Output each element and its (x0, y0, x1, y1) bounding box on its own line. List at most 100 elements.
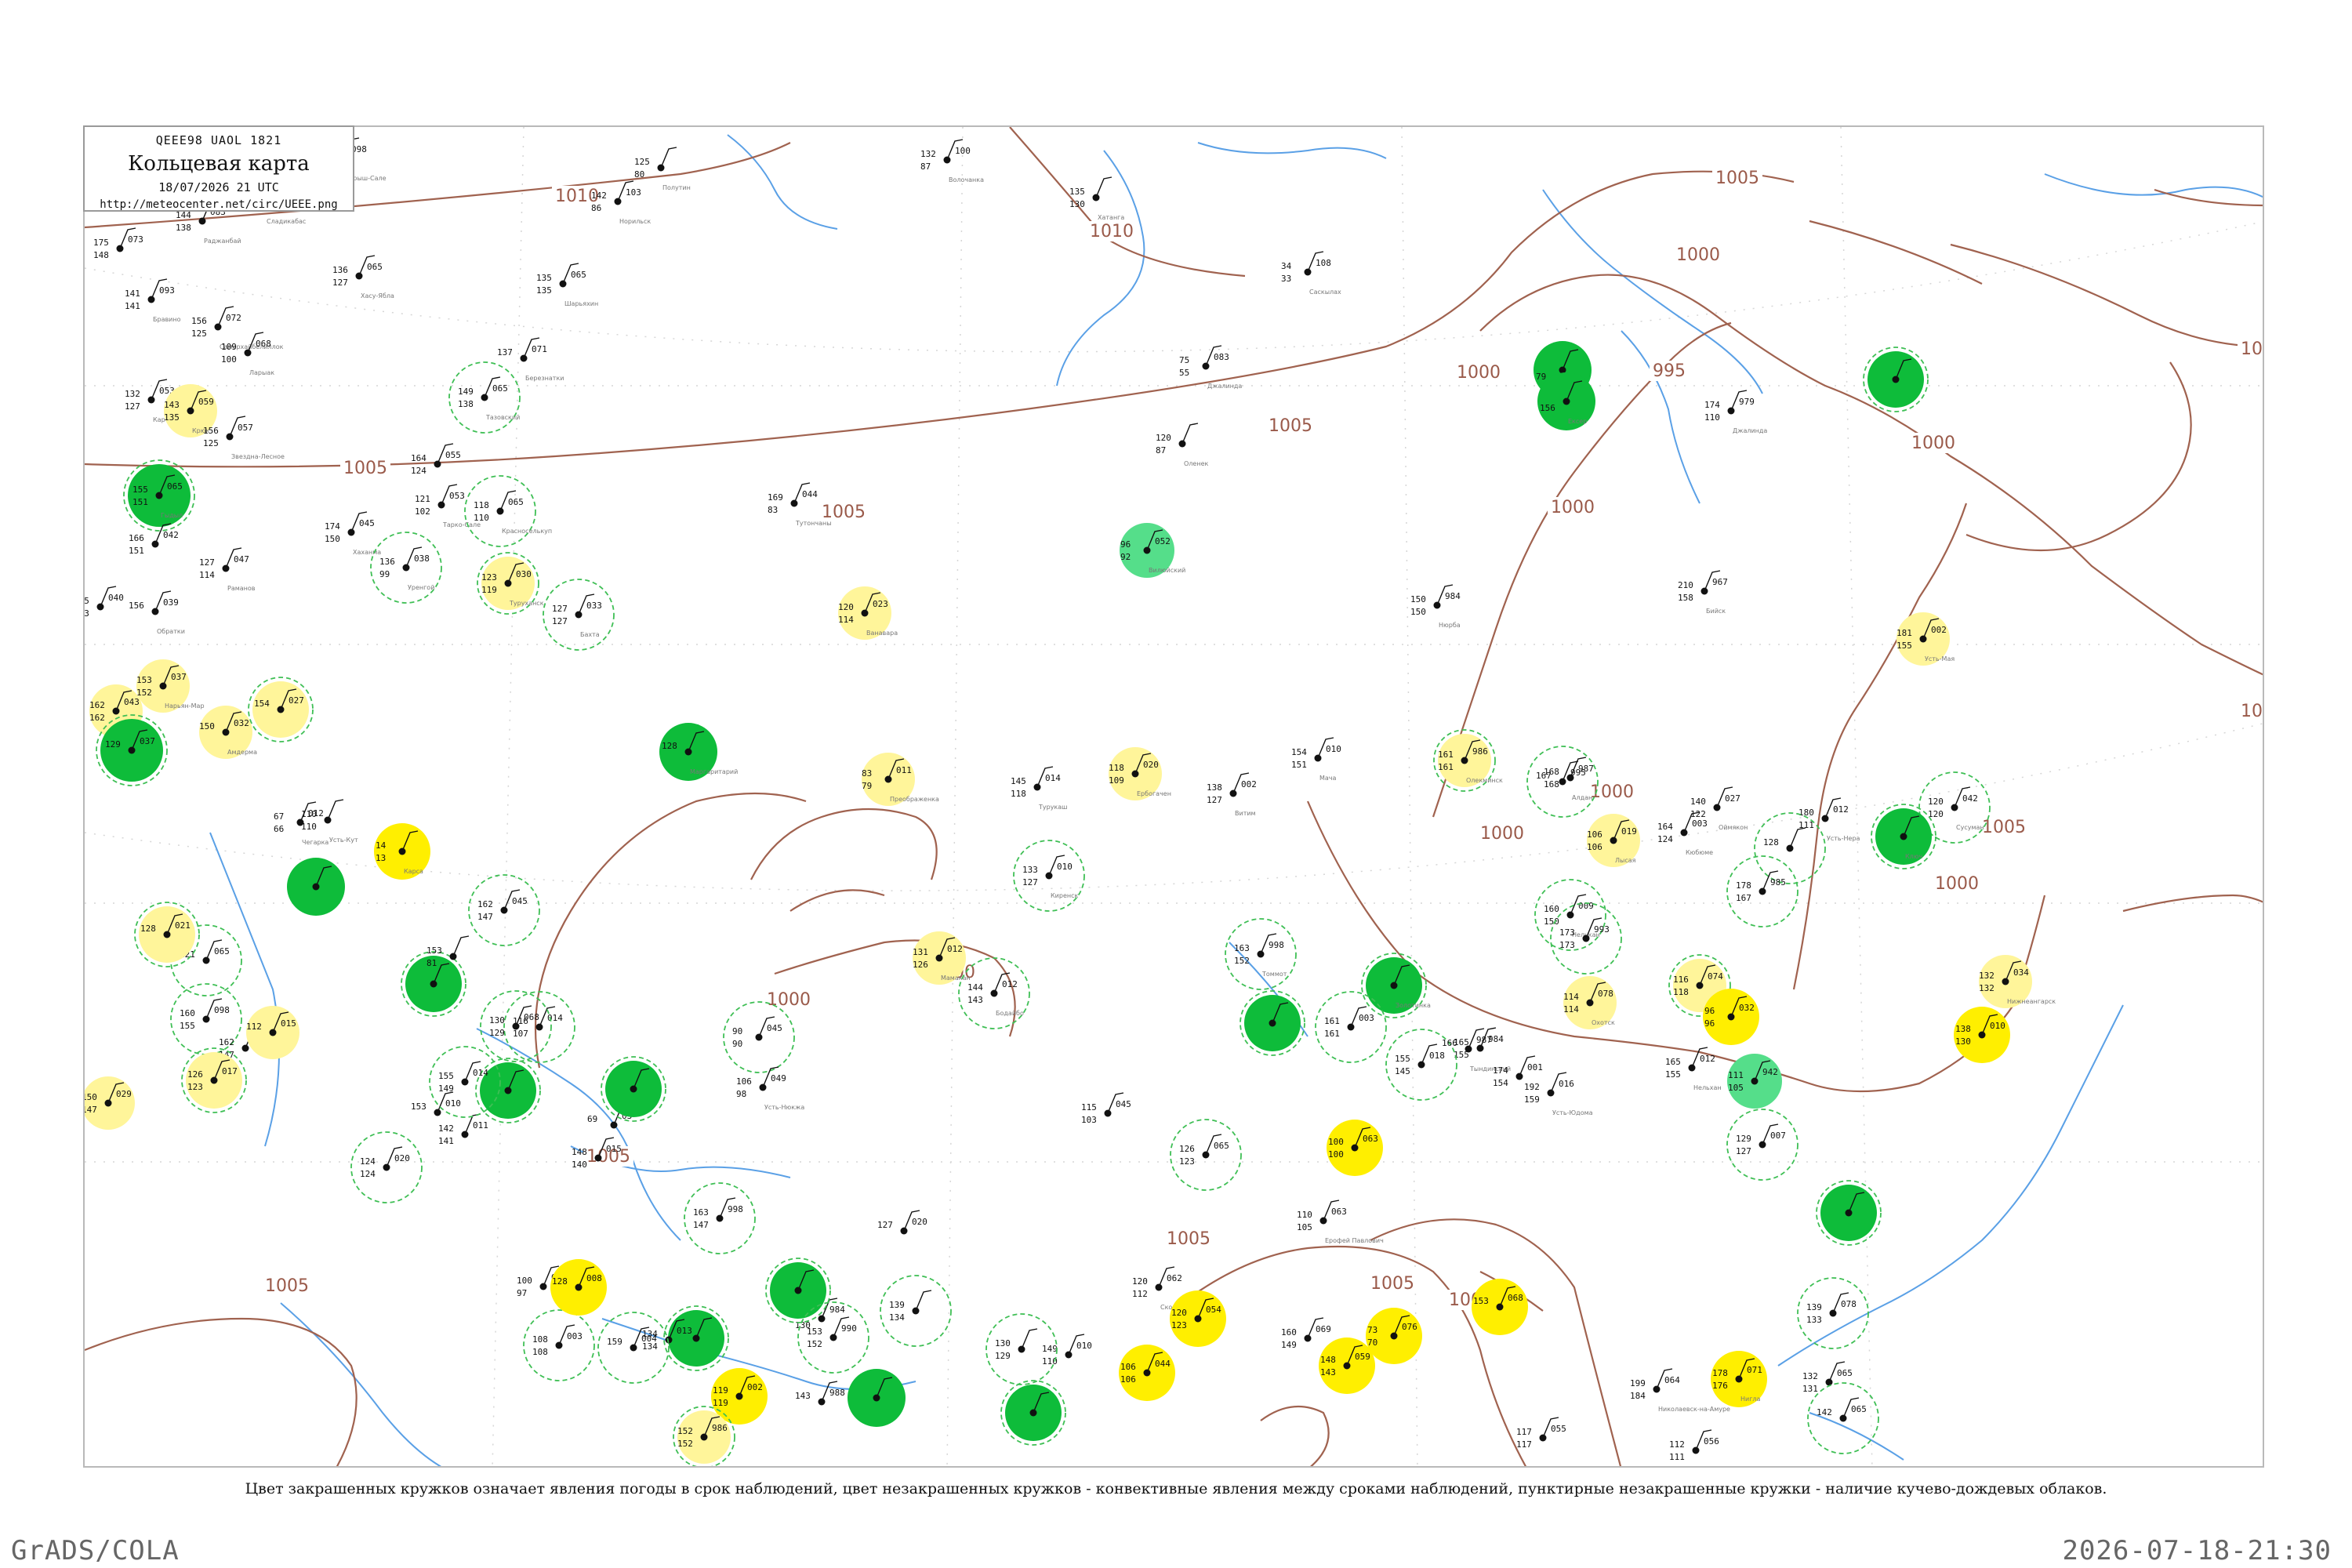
wind-barb (660, 147, 677, 169)
map-frame: 1010 1010 1005 1005 1005 1005 1000 1000 1000 995 1… (83, 125, 2264, 1468)
station-dewpoint: 111 (1669, 1452, 1685, 1462)
station-green-cb (1240, 990, 1305, 1056)
station-name: Звездна-Лесное (231, 453, 285, 460)
station-dewpoint: 135 (164, 412, 180, 423)
station-dewpoint: 151 (132, 497, 148, 507)
station-pressure: 023 (873, 599, 888, 609)
station-none: 174 979 110 Джалинда (1704, 390, 1767, 434)
isobar-label: 1005 (265, 1276, 309, 1296)
station-none: 125 80 Полутин (634, 147, 691, 191)
station-temperature: 112 (246, 1022, 262, 1032)
station-pale-cb: 152 986 152 (673, 1406, 735, 1466)
station-temperature: 109 (221, 342, 237, 352)
station-dewpoint: 147 (477, 912, 493, 922)
station-none: 127 047 114 Раманов (199, 547, 256, 592)
station-pressure: 015 (606, 1144, 622, 1154)
station-dewpoint: 133 (1806, 1315, 1822, 1325)
station-name: Березнатки (525, 375, 564, 382)
station-dewpoint: 134 (889, 1312, 905, 1323)
station-temperature: 174 (325, 521, 340, 532)
station-pressure: 020 (912, 1217, 927, 1227)
map-canvas: 1010101010051005100510051000100010009951… (85, 127, 2263, 1466)
station-temperature: 90 (732, 1026, 742, 1036)
station-dewpoint: 92 (1120, 552, 1131, 562)
station-yellow: 138 010 130 (1954, 1007, 2010, 1063)
station-temperature: 161 (1324, 1016, 1340, 1026)
station-name: Охотск (1592, 1019, 1615, 1026)
station-pressure: 040 (108, 593, 124, 603)
station-none: 136 065 127 Хасу-Ябла (332, 255, 394, 299)
station-none: 135 065 135 Шарьяхин (536, 263, 598, 307)
station-temperature: 136 (332, 265, 348, 275)
station-dewpoint: 33 (1281, 274, 1291, 284)
station-yellow: 96 032 96 (1703, 989, 1759, 1045)
station-dewpoint: 112 (1132, 1289, 1148, 1299)
station-pressure: 062 (1167, 1273, 1182, 1283)
station-dewpoint: 147 (85, 1105, 97, 1115)
station-temperature: 180 (1798, 808, 1814, 818)
station-temperature: 139 (889, 1300, 905, 1310)
station-temperature: 106 (1587, 829, 1602, 840)
station-dewpoint: 184 (1630, 1391, 1646, 1401)
station-name: Усть-Юдома (1552, 1109, 1593, 1116)
isobar-label: 1000 (1551, 498, 1595, 517)
station-none: 115 045 103 (1081, 1092, 1131, 1125)
station-dewpoint: 119 (481, 585, 497, 595)
station-name: Тазовский (485, 414, 520, 421)
station-cb: 127 033 127 Бахта (543, 579, 615, 651)
station-green-big: 155 065 151 Гыдыл (123, 459, 195, 532)
station-dewpoint: 149 (1281, 1340, 1297, 1350)
isobar-label: 1005 (343, 459, 387, 478)
station-pressure: 065 (1214, 1141, 1229, 1151)
station-none: 160 069 149 (1281, 1317, 1331, 1350)
station-pressure: 998 (728, 1204, 743, 1214)
station-none: 109 068 100 Ларыак (221, 332, 274, 376)
station-dewpoint: 55 (1179, 368, 1189, 378)
station-pressure: 065 (214, 946, 230, 956)
station-name: Витим (1235, 810, 1256, 817)
station-temperature: 118 (474, 500, 489, 510)
station-none: 127 020 (877, 1210, 927, 1235)
station-temperature: 154 (1291, 747, 1307, 757)
station-pressure: 073 (128, 234, 143, 245)
station-pressure: 044 (1155, 1359, 1171, 1369)
station-temperature: 162 (219, 1037, 234, 1047)
station-dewpoint: 123 (187, 1082, 203, 1092)
station-temperature: 163 (693, 1207, 709, 1218)
station-temperature: 155 (1395, 1054, 1410, 1064)
station-green (848, 1369, 906, 1427)
station-name: Бийск (1706, 608, 1726, 615)
station-pressure: 010 (1326, 744, 1341, 754)
station-pressure: 100 (955, 146, 971, 156)
station-cb: 163 998 147 (684, 1182, 756, 1254)
station-dewpoint: 156 (1540, 403, 1555, 413)
station-none: 141 093 141 Бравино (125, 278, 181, 323)
station-name: Турукаш (1038, 804, 1068, 811)
station-temperature: 34 (1281, 261, 1292, 271)
station-dewpoint: 98 (736, 1089, 746, 1099)
station-name: Усть-Мая (1925, 655, 1955, 662)
station-name: Тутончаны (795, 520, 832, 527)
station-pressure: 065 (167, 481, 183, 492)
station-dewpoint: 66 (274, 824, 284, 834)
station-dewpoint: 125 (203, 438, 219, 448)
station-pressure: 010 (1076, 1341, 1092, 1351)
station-pressure: 059 (1355, 1352, 1370, 1362)
station-dewpoint: 140 (572, 1160, 587, 1170)
station-yellow: 100 063 100 (1327, 1120, 1383, 1176)
station-lightgreen: 96 052 92 Вилюйский (1120, 523, 1185, 578)
station-pressure: 003 (567, 1331, 583, 1341)
station-pressure: 010 (1057, 862, 1073, 872)
station-pressure: 068 (256, 339, 271, 349)
station-temperature: 148 (1320, 1355, 1336, 1365)
station-cb: 108 003 108 (523, 1309, 595, 1381)
station-dewpoint: 158 (1678, 593, 1693, 603)
station-cb: 129 007 127 (1726, 1109, 1798, 1181)
station-dewpoint: 150 (325, 534, 340, 544)
station-pressure: 942 (1762, 1067, 1778, 1077)
station-temperature: 166 (1442, 1038, 1457, 1048)
station-green-cb (1000, 1380, 1066, 1446)
station-green: 128 Маргаритарий (659, 723, 738, 781)
station-name: Ларыак (249, 369, 274, 376)
station-cb: 173 993 173 (1550, 902, 1622, 975)
